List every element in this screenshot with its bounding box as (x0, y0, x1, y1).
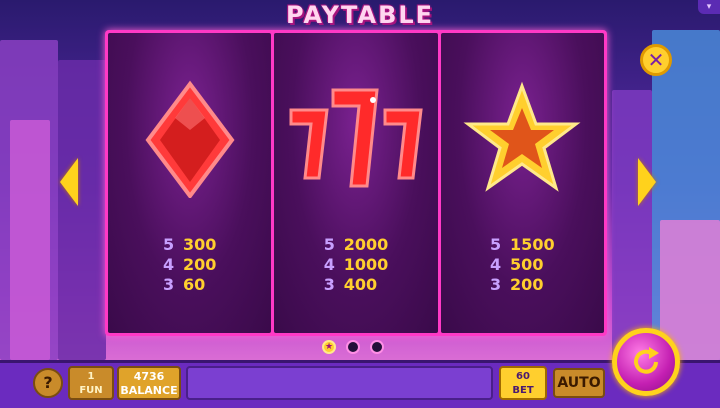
arrow-right-icon[interactable] (638, 158, 656, 206)
building (58, 60, 106, 360)
paytable-column-star: 5 1500 4 500 3 200 (440, 33, 604, 333)
arrow-left-icon[interactable] (60, 158, 78, 206)
payout-row: 4 200 (162, 255, 217, 274)
balance-label: BALANCE (120, 384, 178, 397)
message-field (186, 366, 493, 400)
paytable-title: PAYTABLE (285, 1, 435, 29)
payout-row: 3 60 (162, 275, 206, 294)
payout-row: 5 2000 (323, 235, 389, 254)
payout-list: 5 1500 4 500 3 200 (490, 235, 555, 295)
fun-value: 1 (87, 371, 95, 382)
close-icon[interactable]: ✕ (640, 44, 672, 76)
paytable-panel: 5 300 4 200 3 60 5 2000 4 1000 3 400 5 1… (105, 30, 607, 336)
spin-button[interactable] (612, 328, 680, 396)
payout-row: 4 500 (490, 255, 544, 274)
pagination-dots: ★ (322, 340, 384, 354)
payout-row: 3 200 (490, 275, 544, 294)
payout-row: 5 300 (162, 235, 217, 254)
fun-label: FUN (79, 385, 103, 396)
payout-row: 4 1000 (323, 255, 389, 274)
spin-icon (634, 347, 659, 374)
building (10, 120, 50, 360)
page-dot-1[interactable]: ★ (322, 340, 336, 354)
menu-icon[interactable]: ▾ (698, 0, 720, 14)
red-diamond-icon (108, 78, 271, 198)
page-dot-3[interactable] (370, 340, 384, 354)
bet-label: BET (512, 385, 534, 396)
gold-star-icon (441, 78, 604, 198)
paytable-column-diamond: 5 300 4 200 3 60 (108, 33, 272, 333)
balance-value: 4736 (133, 370, 165, 383)
payout-row: 5 1500 (490, 235, 555, 254)
help-icon[interactable]: ? (33, 368, 63, 398)
balance-display: 4736 BALANCE (117, 366, 181, 400)
building (612, 90, 652, 360)
bet-value: 60 (516, 371, 530, 382)
payout-list: 5 300 4 200 3 60 (163, 235, 216, 295)
auto-button[interactable]: AUTO (553, 368, 605, 398)
payout-list: 5 2000 4 1000 3 400 (324, 235, 389, 295)
page-dot-2[interactable] (346, 340, 360, 354)
payout-row: 3 400 (323, 275, 378, 294)
fun-display: 1 FUN (68, 366, 114, 400)
paytable-column-sevens: 5 2000 4 1000 3 400 (274, 33, 438, 333)
bet-display[interactable]: 60 BET (499, 366, 547, 400)
triple-seven-icon (274, 78, 437, 198)
